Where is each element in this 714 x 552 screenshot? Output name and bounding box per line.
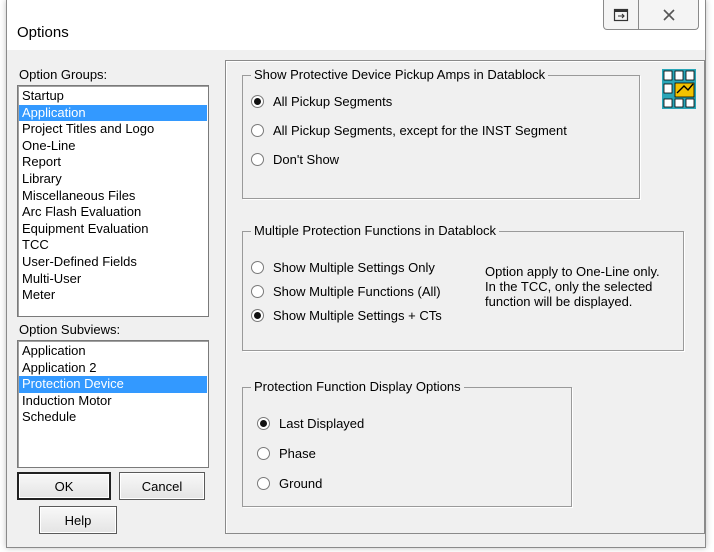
pickup-amps-group-title: Show Protective Device Pickup Amps in Da… — [251, 67, 549, 82]
option-subviews-label: Option Subviews: — [19, 322, 121, 337]
options-dialog: Options Option Groups: Startup Applicatio… — [6, 0, 706, 548]
list-item[interactable]: Induction Motor — [19, 393, 207, 410]
multiple-functions-group: Multiple Protection Functions in Datablo… — [242, 223, 684, 351]
radio-label: Show Multiple Settings Only — [273, 260, 435, 275]
radio-button[interactable] — [251, 285, 264, 298]
radio-label: Show Multiple Functions (All) — [273, 284, 441, 299]
radio-button[interactable] — [257, 417, 270, 430]
radio-multiple-settings-only[interactable]: Show Multiple Settings Only — [251, 260, 435, 275]
help-button-label: Help — [64, 512, 92, 528]
cancel-button-label: Cancel — [141, 478, 183, 494]
radio-button[interactable] — [257, 447, 270, 460]
window-title: Options — [17, 24, 69, 41]
ok-button[interactable]: OK — [17, 472, 111, 500]
list-item[interactable]: TCC — [19, 237, 207, 254]
list-item[interactable]: Library — [19, 171, 207, 188]
title-bar: Options — [7, 0, 705, 50]
radio-label: All Pickup Segments, except for the INST… — [273, 123, 567, 138]
cancel-button[interactable]: Cancel — [119, 472, 205, 500]
list-item[interactable]: User-Defined Fields — [19, 254, 207, 271]
one-line-note: Option apply to One-Line only. In the TC… — [485, 264, 660, 309]
list-item[interactable]: Startup — [19, 88, 207, 105]
radio-multiple-functions-all[interactable]: Show Multiple Functions (All) — [251, 284, 441, 299]
list-item[interactable]: One-Line — [19, 138, 207, 155]
close-icon — [662, 8, 675, 21]
pickup-amps-group: Show Protective Device Pickup Amps in Da… — [242, 67, 640, 199]
radio-button[interactable] — [257, 477, 270, 490]
restore-icon — [613, 8, 629, 21]
list-item[interactable]: Application 2 — [19, 360, 207, 377]
radio-dont-show[interactable]: Don't Show — [251, 152, 339, 167]
radio-label: Phase — [279, 446, 316, 461]
radio-label: Don't Show — [273, 152, 340, 167]
list-item[interactable]: Schedule — [19, 409, 207, 426]
list-item[interactable]: Multi-User — [19, 271, 207, 288]
radio-label: All Pickup Segments — [273, 94, 393, 109]
radio-multiple-settings-cts[interactable]: Show Multiple Settings + CTs — [251, 308, 442, 323]
multiple-functions-group-title: Multiple Protection Functions in Datablo… — [251, 223, 500, 238]
radio-button[interactable] — [251, 95, 264, 108]
display-options-group: Protection Function Display Options Last… — [242, 379, 572, 507]
radio-label: Show Multiple Settings + CTs — [273, 308, 442, 323]
options-panel: Show Protective Device Pickup Amps in Da… — [225, 60, 705, 534]
list-item[interactable]: Meter — [19, 287, 207, 304]
radio-phase[interactable]: Phase — [257, 446, 316, 461]
note-line: In the TCC, only the selected — [485, 279, 653, 294]
list-item[interactable]: Report — [19, 154, 207, 171]
radio-all-pickup-segments[interactable]: All Pickup Segments — [251, 94, 392, 109]
help-button[interactable]: Help — [39, 506, 117, 534]
radio-button[interactable] — [251, 124, 264, 137]
list-item[interactable]: Arc Flash Evaluation — [19, 204, 207, 221]
option-groups-list[interactable]: Startup Application Project Titles and Log… — [17, 85, 209, 317]
radio-label: Ground — [279, 476, 323, 491]
radio-last-displayed[interactable]: Last Displayed — [257, 416, 364, 431]
dialog-client: Option Groups: Startup Application Project… — [13, 54, 705, 542]
list-item[interactable]: Equipment Evaluation — [19, 221, 207, 238]
note-line: function will be displayed. — [485, 294, 633, 309]
list-item[interactable]: Application — [19, 104, 207, 122]
list-item[interactable]: Miscellaneous Files — [19, 188, 207, 205]
radio-except-inst[interactable]: All Pickup Segments, except for the INST… — [251, 123, 567, 138]
radio-button[interactable] — [251, 153, 264, 166]
list-item[interactable]: Application — [19, 343, 207, 360]
restore-button[interactable] — [603, 0, 639, 30]
list-item[interactable]: Protection Device — [19, 376, 207, 393]
note-line: Option apply to One-Line only. — [485, 264, 660, 279]
ok-button-label: OK — [54, 478, 74, 494]
list-item[interactable]: Project Titles and Logo — [19, 121, 207, 138]
radio-button[interactable] — [251, 309, 264, 322]
option-subviews-list[interactable]: Application Application 2 Protection Devic… — [17, 340, 209, 468]
option-groups-label: Option Groups: — [19, 67, 108, 82]
protection-device-icon — [662, 69, 696, 109]
radio-button[interactable] — [251, 261, 264, 274]
radio-label: Last Displayed — [279, 416, 365, 431]
display-options-group-title: Protection Function Display Options — [251, 379, 464, 394]
radio-ground[interactable]: Ground — [257, 476, 322, 491]
close-button[interactable] — [639, 0, 699, 30]
